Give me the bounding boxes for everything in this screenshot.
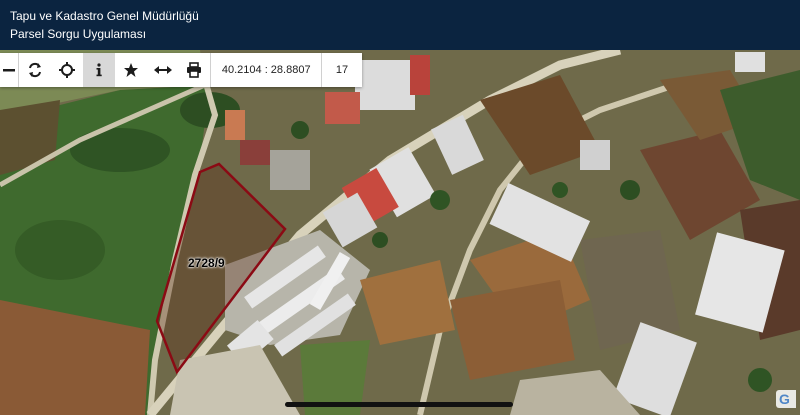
refresh-button[interactable] [19, 53, 51, 87]
favorite-button[interactable] [115, 53, 147, 87]
info-icon [96, 63, 102, 77]
satellite-map[interactable] [0, 50, 800, 415]
locate-icon [58, 62, 75, 78]
print-button[interactable] [178, 53, 210, 87]
star-icon [123, 63, 138, 77]
home-indicator [285, 402, 513, 407]
coordinate-readout: 40.2104 : 28.8807 [210, 53, 321, 87]
app-subtitle: Parsel Sorgu Uygulaması [10, 27, 147, 41]
agency-title: Tapu ve Kadastro Genel Müdürlüğü [10, 9, 199, 23]
google-logo: G [776, 390, 796, 408]
parcel-number-label: 2728/9 [188, 256, 225, 270]
map-toolbar: 40.2104 : 28.8807 17 [0, 53, 362, 87]
app-header: Tapu ve Kadastro Genel Müdürlüğü Parsel … [0, 0, 800, 50]
info-button[interactable] [82, 53, 115, 87]
refresh-icon [28, 62, 41, 78]
zoom-level: 17 [321, 53, 362, 87]
print-icon [187, 62, 202, 78]
measure-button[interactable] [147, 53, 179, 87]
locate-button[interactable] [51, 53, 83, 87]
parcel-overlay[interactable] [0, 50, 800, 415]
measure-icon [153, 66, 172, 74]
zoom-out-button[interactable] [0, 53, 18, 87]
zoom-out-icon [2, 69, 15, 72]
